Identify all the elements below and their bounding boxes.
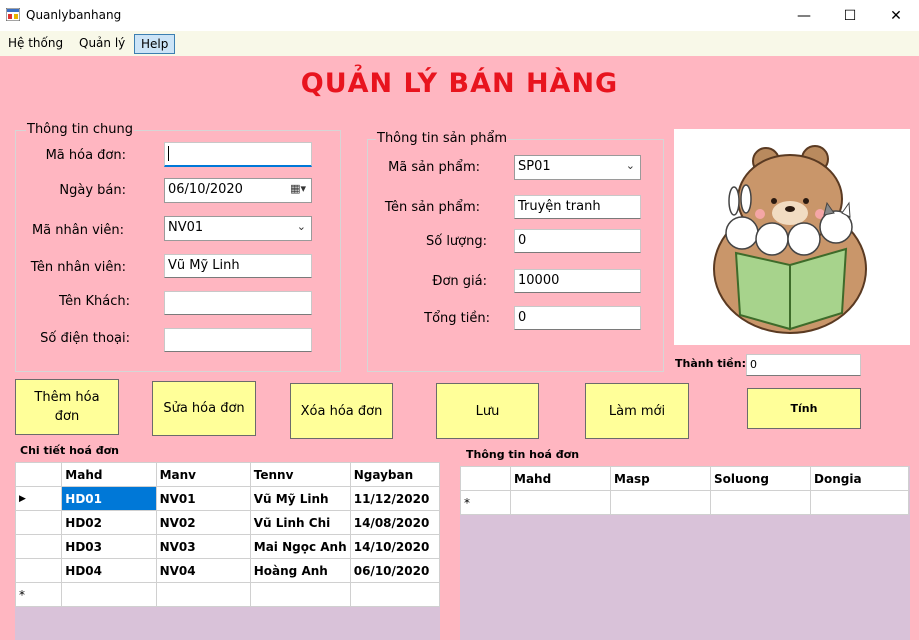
column-header-dongia[interactable]: Dongia <box>810 466 909 491</box>
page-title: QUẢN LÝ BÁN HÀNG <box>300 68 619 99</box>
staff-name-label: Tên nhân viên: <box>30 260 126 275</box>
window-title: Quanlybanhang <box>26 8 122 22</box>
add-invoice-button[interactable]: Thêm hóa đơn <box>15 379 119 435</box>
table-row[interactable]: HD02 NV02 Vũ Linh Chi 14/08/2020 <box>15 510 440 535</box>
table-cell[interactable]: HD03 <box>61 534 157 559</box>
table-cell[interactable]: Vũ Linh Chi <box>249 510 351 535</box>
menu-he-thong[interactable]: Hệ thống <box>2 34 69 54</box>
table-cell[interactable]: NV04 <box>155 558 251 583</box>
close-button[interactable]: ✕ <box>873 0 919 31</box>
grand-total-label: Thành tiền: <box>675 357 746 370</box>
chevron-down-icon: ⌄ <box>296 220 306 233</box>
table-cell[interactable]: HD04 <box>61 558 157 583</box>
customer-label: Tên Khách: <box>59 294 130 309</box>
table-row[interactable]: HD04 NV04 Hoàng Anh 06/10/2020 <box>15 558 440 583</box>
sale-date-value: 06/10/2020 <box>168 182 243 197</box>
minimize-button[interactable]: — <box>781 0 827 31</box>
new-row-marker: * <box>15 582 63 607</box>
app-icon <box>6 8 20 21</box>
save-button[interactable]: Lưu <box>436 383 539 439</box>
product-info-title: Thông tin sản phẩm <box>376 131 509 146</box>
table-cell[interactable]: Vũ Mỹ Linh <box>249 486 351 511</box>
staff-name-input[interactable]: Vũ Mỹ Linh <box>164 254 312 278</box>
edit-invoice-button[interactable]: Sửa hóa đơn <box>152 381 256 436</box>
calendar-dropdown-icon[interactable]: ▦▾ <box>290 182 306 195</box>
chevron-down-icon: ⌄ <box>625 159 635 172</box>
new-row-marker: * <box>460 490 511 515</box>
quantity-input[interactable]: 0 <box>514 229 641 253</box>
menu-quan-ly[interactable]: Quản lý <box>73 34 131 54</box>
product-id-value: SP01 <box>518 159 551 174</box>
menu-bar: Hệ thống Quản lý Help <box>0 31 919 56</box>
invoice-details-grid[interactable]: Mahd Manv Tennv Ngayban ▶ HD01 NV01 Vũ M… <box>15 462 440 640</box>
refresh-button[interactable]: Làm mới <box>585 383 689 439</box>
new-row[interactable]: * <box>460 490 909 515</box>
customer-input[interactable] <box>164 291 312 315</box>
invoice-info-title: Thông tin hoá đơn <box>466 448 580 461</box>
invoice-details-title: Chi tiết hoá đơn <box>20 444 119 457</box>
table-row[interactable]: ▶ HD01 NV01 Vũ Mỹ Linh 11/12/2020 <box>15 486 440 511</box>
delete-invoice-button[interactable]: Xóa hóa đơn <box>290 383 393 439</box>
column-header-ngayban[interactable]: Ngayban <box>349 462 440 487</box>
phone-label: Số điện thoại: <box>40 331 130 346</box>
table-cell[interactable]: NV03 <box>155 534 251 559</box>
current-row-indicator-icon: ▶ <box>15 486 63 511</box>
maximize-button[interactable]: ☐ <box>827 0 873 31</box>
product-name-input[interactable]: Truyện tranh <box>514 195 641 219</box>
sale-date-label: Ngày bán: <box>59 183 126 198</box>
table-cell[interactable]: 11/12/2020 <box>349 486 440 511</box>
new-row[interactable]: * <box>15 582 440 607</box>
column-header-mahd[interactable]: Mahd <box>510 466 611 491</box>
table-cell[interactable]: NV02 <box>155 510 251 535</box>
table-cell[interactable]: Mai Ngọc Anh <box>249 534 351 559</box>
invoice-id-input[interactable] <box>164 142 312 167</box>
table-cell[interactable]: 14/10/2020 <box>349 534 440 559</box>
phone-input[interactable] <box>164 328 312 352</box>
bear-reading-image <box>674 129 910 345</box>
total-label: Tổng tiền: <box>424 311 490 326</box>
staff-id-value: NV01 <box>168 220 204 235</box>
product-id-label: Mã sản phẩm: <box>388 160 480 175</box>
product-name-label: Tên sản phẩm: <box>384 200 480 215</box>
table-cell[interactable]: Hoàng Anh <box>249 558 351 583</box>
staff-id-combo[interactable]: NV01 ⌄ <box>164 216 312 241</box>
staff-id-label: Mã nhân viên: <box>31 223 124 238</box>
menu-help[interactable]: Help <box>134 34 176 54</box>
table-cell[interactable]: HD02 <box>61 510 157 535</box>
total-input[interactable]: 0 <box>514 306 641 330</box>
general-info-title: Thông tin chung <box>26 122 134 137</box>
column-header-manv[interactable]: Manv <box>155 462 251 487</box>
unit-price-input[interactable]: 10000 <box>514 269 641 293</box>
column-header-mahd[interactable]: Mahd <box>61 462 157 487</box>
table-cell[interactable]: 06/10/2020 <box>349 558 440 583</box>
table-cell[interactable]: HD01 <box>61 486 157 511</box>
grand-total-input[interactable]: 0 <box>746 354 861 376</box>
invoice-id-label: Mã hóa đơn: <box>45 148 126 163</box>
table-cell[interactable]: 14/08/2020 <box>349 510 440 535</box>
title-bar: Quanlybanhang — ☐ ✕ <box>0 0 919 31</box>
column-header-tennv[interactable]: Tennv <box>249 462 351 487</box>
column-header-masp[interactable]: Masp <box>610 466 711 491</box>
quantity-label: Số lượng: <box>425 234 487 249</box>
table-row[interactable]: HD03 NV03 Mai Ngọc Anh 14/10/2020 <box>15 534 440 559</box>
invoice-info-grid[interactable]: Mahd Masp Soluong Dongia * <box>460 466 910 640</box>
product-id-combo[interactable]: SP01 ⌄ <box>514 155 641 180</box>
calculate-button[interactable]: Tính <box>747 388 861 429</box>
column-header-soluong[interactable]: Soluong <box>710 466 811 491</box>
unit-price-label: Đơn giá: <box>432 274 487 289</box>
table-cell[interactable]: NV01 <box>155 486 251 511</box>
sale-date-picker[interactable]: 06/10/2020 ▦▾ <box>164 178 312 203</box>
